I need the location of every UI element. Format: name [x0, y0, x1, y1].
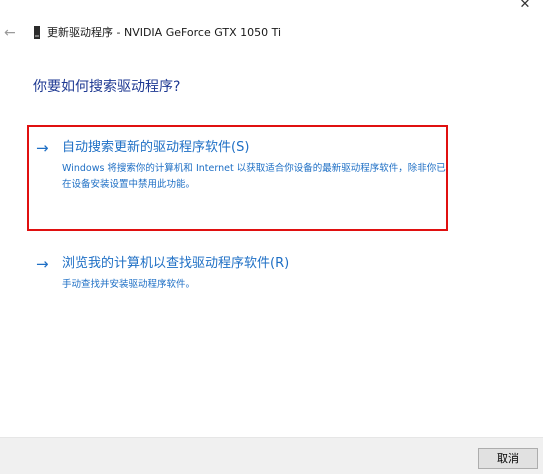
device-icon [34, 26, 40, 39]
arrow-right-icon: → [36, 255, 49, 273]
back-arrow-icon[interactable]: ← [4, 26, 16, 40]
window-title: 更新驱动程序 - NVIDIA GeForce GTX 1050 Ti [47, 26, 282, 39]
cancel-button[interactable]: 取消 [478, 448, 538, 469]
header: ← 更新驱动程序 - NVIDIA GeForce GTX 1050 Ti [0, 24, 543, 44]
auto-search-description: Windows 将搜索你的计算机和 Internet 以获取适合你设备的最新驱动… [62, 163, 446, 190]
close-button[interactable]: ✕ [515, 0, 535, 14]
browse-computer-description: 手动查找并安装驱动程序软件。 [62, 279, 196, 290]
browse-computer-title[interactable]: 浏览我的计算机以查找驱动程序软件(R) [62, 256, 289, 272]
arrow-right-icon: → [36, 139, 49, 157]
auto-search-title[interactable]: 自动搜索更新的驱动程序软件(S) [62, 140, 249, 156]
page-question: 你要如何搜索驱动程序? [33, 79, 181, 95]
close-icon: ✕ [519, 0, 531, 12]
footer-bar: 取消 [0, 437, 543, 474]
